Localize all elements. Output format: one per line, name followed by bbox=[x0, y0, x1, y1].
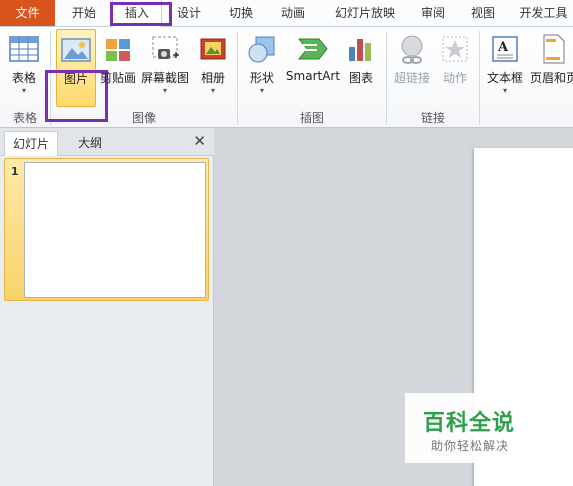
tab-review[interactable]: 审阅 bbox=[412, 0, 454, 26]
tab-animations[interactable]: 动画 bbox=[270, 0, 316, 26]
screenshot-button-label: 屏幕截图 bbox=[140, 71, 189, 85]
picture-icon bbox=[60, 34, 92, 66]
smartart-button[interactable]: SmartArt bbox=[285, 29, 341, 83]
photo-album-icon bbox=[197, 33, 229, 65]
ribbon: 表格 ▾ 图片 剪贴画 屏幕截图 ▾ 相册 ▾ 形状 ▾ SmartArt 图表… bbox=[0, 27, 573, 128]
smartart-button-label: SmartArt bbox=[285, 69, 341, 83]
table-icon bbox=[8, 33, 40, 65]
shapes-button-label: 形状 bbox=[249, 71, 274, 85]
table-button-label: 表格 bbox=[11, 71, 36, 85]
chart-button[interactable]: 图表 bbox=[344, 29, 378, 86]
group-label-illustrations: 插图 bbox=[299, 111, 324, 125]
group-separator bbox=[237, 31, 238, 125]
chevron-down-icon: ▾ bbox=[21, 86, 26, 95]
group-label-images: 图像 bbox=[131, 111, 156, 125]
watermark-subtitle: 助你轻松解决 bbox=[431, 439, 510, 453]
shapes-button[interactable]: 形状 ▾ bbox=[244, 29, 280, 96]
header-footer-icon bbox=[538, 33, 570, 65]
tab-view[interactable]: 视图 bbox=[462, 0, 504, 26]
group-separator bbox=[50, 31, 51, 125]
screenshot-button[interactable]: 屏幕截图 ▾ bbox=[139, 29, 191, 96]
shapes-icon bbox=[246, 33, 278, 65]
action-star-icon bbox=[439, 33, 471, 65]
hyperlink-globe-icon bbox=[396, 33, 428, 65]
clipart-button[interactable]: 剪贴画 bbox=[100, 29, 136, 86]
slides-pane: 幻灯片 大纲 ✕ 1 bbox=[0, 128, 214, 486]
clipart-icon bbox=[102, 33, 134, 65]
album-button[interactable]: 相册 ▾ bbox=[196, 29, 230, 96]
slide-thumbnail[interactable] bbox=[24, 162, 206, 298]
action-button[interactable]: 动作 bbox=[437, 29, 473, 86]
ribbon-tab-bar: 文件 开始 插入 设计 切换 动画 幻灯片放映 审阅 视图 开发工具 bbox=[0, 0, 573, 27]
tab-file[interactable]: 文件 bbox=[0, 0, 55, 26]
group-separator bbox=[479, 31, 480, 125]
picture-button-label: 图片 bbox=[63, 72, 88, 86]
watermark-title: 百科全说 bbox=[423, 411, 516, 436]
tab-insert[interactable]: 插入 bbox=[112, 0, 162, 27]
tab-slides[interactable]: 幻灯片 bbox=[4, 131, 58, 156]
slide-number: 1 bbox=[11, 165, 19, 178]
close-icon[interactable]: ✕ bbox=[193, 132, 206, 150]
pane-tab-bar: 幻灯片 大纲 ✕ bbox=[0, 128, 214, 156]
textbox-button[interactable]: A 文本框 ▾ bbox=[484, 29, 526, 96]
svg-text:A: A bbox=[497, 40, 509, 55]
slide-thumbnail-selected[interactable]: 1 bbox=[4, 158, 209, 301]
header-footer-button[interactable]: 页眉和页 bbox=[528, 29, 573, 86]
smartart-icon bbox=[297, 33, 329, 65]
tab-developer[interactable]: 开发工具 bbox=[514, 0, 573, 26]
textbox-button-label: 文本框 bbox=[486, 71, 523, 85]
action-button-label: 动作 bbox=[442, 71, 467, 85]
chart-icon bbox=[345, 33, 377, 65]
chevron-down-icon: ▾ bbox=[259, 86, 264, 95]
hyperlink-button-label: 超链接 bbox=[393, 71, 430, 85]
chevron-down-icon: ▾ bbox=[502, 86, 507, 95]
watermark-logo: 百科全说 助你轻松解决 bbox=[405, 393, 550, 463]
chevron-down-icon: ▾ bbox=[210, 86, 215, 95]
textbox-icon: A bbox=[489, 33, 521, 65]
clipart-button-label: 剪贴画 bbox=[100, 71, 137, 85]
table-button[interactable]: 表格 ▾ bbox=[4, 29, 44, 96]
tab-home[interactable]: 开始 bbox=[60, 0, 108, 26]
picture-button[interactable]: 图片 bbox=[56, 29, 96, 107]
tab-outline[interactable]: 大纲 bbox=[62, 131, 118, 156]
tab-transitions[interactable]: 切换 bbox=[218, 0, 264, 26]
album-button-label: 相册 bbox=[200, 71, 225, 85]
screenshot-icon bbox=[149, 33, 181, 65]
group-label-tables: 表格 bbox=[12, 111, 37, 125]
header-footer-button-label: 页眉和页 bbox=[529, 71, 573, 85]
tab-slideshow[interactable]: 幻灯片放映 bbox=[325, 0, 405, 26]
chevron-down-icon: ▾ bbox=[162, 86, 167, 95]
tab-design[interactable]: 设计 bbox=[166, 0, 212, 26]
group-separator bbox=[386, 31, 387, 125]
chart-button-label: 图表 bbox=[348, 71, 373, 85]
hyperlink-button[interactable]: 超链接 bbox=[391, 29, 433, 86]
group-label-links: 链接 bbox=[420, 111, 445, 125]
